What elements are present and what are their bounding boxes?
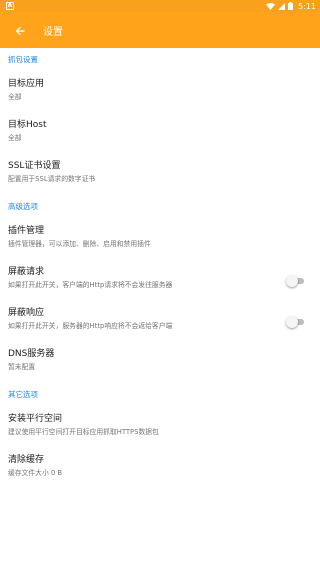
notification-icon: A: [6, 2, 14, 10]
pref-block-response[interactable]: 屏蔽响应 如果打开此开关，服务器的Http响应将不会返给客户端: [0, 301, 320, 342]
section-header-other: 其它选项: [8, 390, 38, 399]
page-title: 设置: [43, 26, 63, 38]
pref-ssl-certificate[interactable]: SSL证书设置 配置用于SSL请求的数字证书: [0, 154, 320, 195]
pref-title: 清除缓存: [8, 455, 45, 465]
pref-summary: 全部: [8, 93, 22, 101]
pref-clear-cache[interactable]: 清除缓存 缓存文件大小 0 B: [0, 448, 320, 489]
pref-title: 屏蔽响应: [8, 308, 45, 318]
pref-block-request[interactable]: 屏蔽请求 如果打开此开关，客户端的Http请求将不会发往服务器: [0, 260, 320, 301]
pref-title: 屏蔽请求: [8, 267, 45, 277]
pref-title: 目标应用: [8, 79, 45, 89]
pref-summary: 暂未配置: [8, 363, 36, 371]
signal-icon: [278, 2, 286, 10]
battery-icon: [288, 2, 294, 10]
pref-title: 目标Host: [8, 120, 47, 130]
pref-plugin-manager[interactable]: 插件管理 插件管理器，可以添加、删除、启用和禁用插件: [0, 219, 320, 260]
pref-target-host[interactable]: 目标Host 全部: [0, 113, 320, 154]
arrow-back-icon: [15, 21, 25, 40]
section-header-capture: 抓包设置: [8, 55, 38, 64]
pref-target-app[interactable]: 目标应用 全部: [0, 72, 320, 113]
switch-thumb: [286, 274, 298, 287]
settings-list: 抓包设置 目标应用 全部 目标Host 全部 SSL证书设置 配置用于SSL请求…: [0, 48, 320, 489]
pref-summary: 配置用于SSL请求的数字证书: [8, 175, 96, 183]
pref-title: 安装平行空间: [8, 414, 63, 424]
status-bar: A 5:11: [0, 0, 320, 12]
clock: 5:11: [298, 1, 316, 11]
pref-title: 插件管理: [8, 226, 45, 236]
wifi-icon: [266, 2, 276, 10]
pref-title: DNS服务器: [8, 349, 55, 359]
app-bar: 设置: [0, 12, 320, 48]
pref-summary: 建议使用平行空间打开目标应用抓取HTTPS数据包: [8, 428, 159, 436]
pref-title: SSL证书设置: [8, 161, 61, 171]
pref-summary: 缓存文件大小 0 B: [8, 469, 63, 477]
pref-summary: 插件管理器，可以添加、删除、启用和禁用插件: [8, 240, 151, 248]
pref-summary: 全部: [8, 134, 22, 142]
pref-install-parallel-space[interactable]: 安装平行空间 建议使用平行空间打开目标应用抓取HTTPS数据包: [0, 407, 320, 448]
block-response-toggle[interactable]: [286, 315, 306, 328]
switch-thumb: [286, 315, 298, 328]
section-header-advanced: 高级选项: [8, 202, 38, 211]
pref-dns-server[interactable]: DNS服务器 暂未配置: [0, 342, 320, 383]
pref-summary: 如果打开此开关，客户端的Http请求将不会发往服务器: [8, 281, 173, 289]
block-request-toggle[interactable]: [286, 274, 306, 287]
back-button[interactable]: [0, 12, 40, 48]
pref-summary: 如果打开此开关，服务器的Http响应将不会返给客户端: [8, 322, 173, 330]
